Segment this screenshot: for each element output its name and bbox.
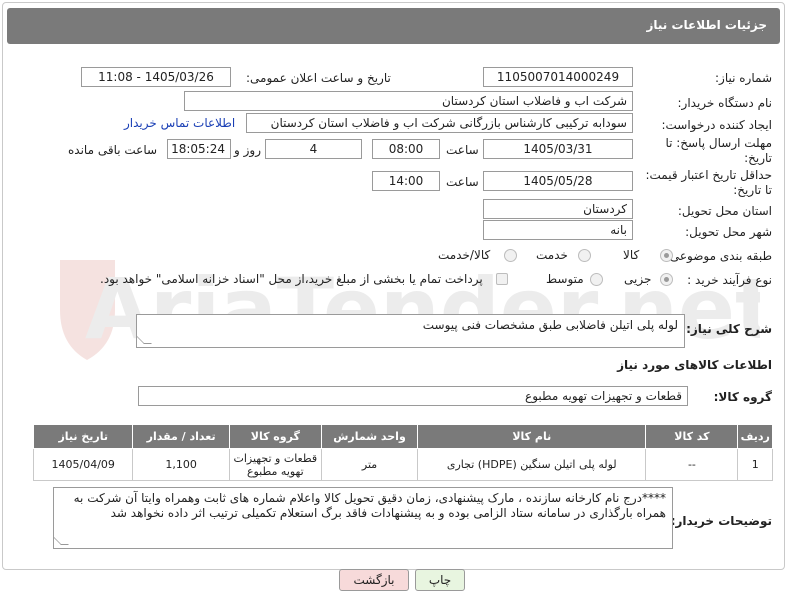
cell-need-date: 1405/04/09 — [32, 448, 134, 481]
buyer-notes-text: ****درج نام کارخانه سازنده ، مارک پیشنها… — [73, 491, 666, 520]
panel-header: جزئیات اطلاعات نیاز — [7, 8, 780, 44]
days-label: روز و — [234, 143, 261, 157]
price-validity-time-label: ساعت — [446, 175, 479, 189]
resize-grip-icon[interactable] — [54, 537, 69, 545]
back-button[interactable]: بازگشت — [339, 569, 409, 591]
category-radio-service[interactable] — [578, 249, 591, 262]
details-panel — [2, 2, 785, 570]
resize-grip-icon[interactable] — [137, 336, 152, 344]
col-header-need-date: تاریخ نیاز — [32, 424, 134, 449]
reply-deadline-label: مهلت ارسال پاسخ: تا — [665, 136, 772, 150]
col-header-row-number: ردیف — [737, 424, 773, 449]
description-label: شرح کلی نیاز: — [686, 322, 772, 336]
reply-deadline-label-2: تاریخ: — [744, 151, 772, 165]
treasury-payment-checkbox[interactable] — [496, 273, 508, 285]
goods-table: ردیف کد کالا نام کالا واحد شمارش گروه کا… — [32, 424, 773, 481]
cell-quantity: 1,100 — [132, 448, 230, 481]
cell-group: قطعات و تجهیزات تهویه مطبوع — [228, 448, 322, 481]
category-label: طبقه بندی موضوعی: — [665, 249, 772, 263]
cell-name: لوله پلی اتیلن سنگین (HDPE) تجاری — [417, 448, 647, 481]
col-header-name: نام کالا — [417, 424, 647, 449]
requester-label: ایجاد کننده درخواست: — [661, 118, 772, 132]
delivery-province-label: استان محل تحویل: — [677, 204, 772, 218]
process-option-minor: جزیی — [624, 272, 652, 286]
goods-group-label: گروه کالا: — [713, 390, 772, 404]
cell-unit: متر — [320, 448, 419, 481]
cell-row-number: 1 — [737, 448, 773, 481]
col-header-quantity: تعداد / مقدار — [132, 424, 230, 449]
price-validity-label: حداقل تاریخ اعتبار قیمت: — [645, 168, 772, 182]
need-number-field: 1105007014000249 — [483, 67, 633, 87]
buyer-notes-label: توضیحات خریدار: — [670, 514, 772, 528]
process-radio-medium[interactable] — [590, 273, 603, 286]
process-option-medium: متوسط — [546, 272, 584, 286]
requester-field: سودابه ترکیبی کارشناس بازرگانی شرکت اب و… — [246, 113, 633, 133]
category-option-goods: کالا — [623, 248, 640, 262]
delivery-city-label: شهر محل تحویل: — [685, 225, 772, 239]
time-remaining-label: ساعت باقی مانده — [68, 143, 158, 157]
buyer-org-field: شرکت اب و فاضلاب استان کردستان — [184, 91, 633, 111]
time-remaining-field: 18:05:24 — [167, 139, 231, 159]
category-radio-goods[interactable] — [660, 249, 673, 262]
days-remaining-field: 4 — [265, 139, 362, 159]
table-row[interactable]: 1 -- لوله پلی اتیلن سنگین (HDPE) تجاری م… — [32, 448, 773, 481]
treasury-payment-note: پرداخت تمام یا بخشی از مبلغ خرید،از محل … — [100, 272, 483, 286]
goods-group-field: قطعات و تجهیزات تهویه مطبوع — [138, 386, 688, 406]
cell-code: -- — [645, 448, 739, 481]
delivery-city-field: بانه — [483, 220, 633, 240]
table-header-row: ردیف کد کالا نام کالا واحد شمارش گروه کا… — [32, 424, 773, 449]
panel-title: جزئیات اطلاعات نیاز — [646, 18, 767, 32]
description-textarea[interactable]: لوله پلی اتیلن فاضلابی طبق مشخصات فنی پی… — [136, 314, 685, 348]
announce-datetime-label: تاریخ و ساعت اعلان عمومی: — [246, 71, 391, 85]
delivery-province-field: کردستان — [483, 199, 633, 219]
buyer-contact-link[interactable]: اطلاعات تماس خریدار — [124, 116, 235, 130]
buyer-org-label: نام دستگاه خریدار: — [677, 96, 773, 110]
reply-deadline-time-label: ساعت — [446, 143, 479, 157]
reply-deadline-date-field: 1405/03/31 — [483, 139, 633, 159]
buyer-notes-textarea[interactable]: ****درج نام کارخانه سازنده ، مارک پیشنها… — [53, 487, 673, 549]
price-validity-time-field: 14:00 — [372, 171, 440, 191]
price-validity-label-2: تا تاریخ: — [733, 183, 772, 197]
category-radio-goods-service[interactable] — [504, 249, 517, 262]
process-type-label: نوع فرآیند خرید : — [687, 273, 772, 287]
reply-deadline-time-field: 08:00 — [372, 139, 440, 159]
price-validity-date-field: 1405/05/28 — [483, 171, 633, 191]
need-number-label: شماره نیاز: — [715, 71, 772, 85]
process-radio-minor[interactable] — [660, 273, 673, 286]
category-option-goods-service: کالا/خدمت — [438, 248, 491, 262]
col-header-code: کد کالا — [645, 424, 739, 449]
col-header-group: گروه کالا — [228, 424, 322, 449]
print-button[interactable]: چاپ — [415, 569, 465, 591]
description-text: لوله پلی اتیلن فاضلابی طبق مشخصات فنی پی… — [422, 318, 678, 332]
category-option-service: خدمت — [536, 248, 568, 262]
col-header-unit: واحد شمارش — [320, 424, 419, 449]
announce-datetime-field: 1405/03/26 - 11:08 — [81, 67, 231, 87]
goods-section-title: اطلاعات کالاهای مورد نیاز — [617, 358, 772, 372]
